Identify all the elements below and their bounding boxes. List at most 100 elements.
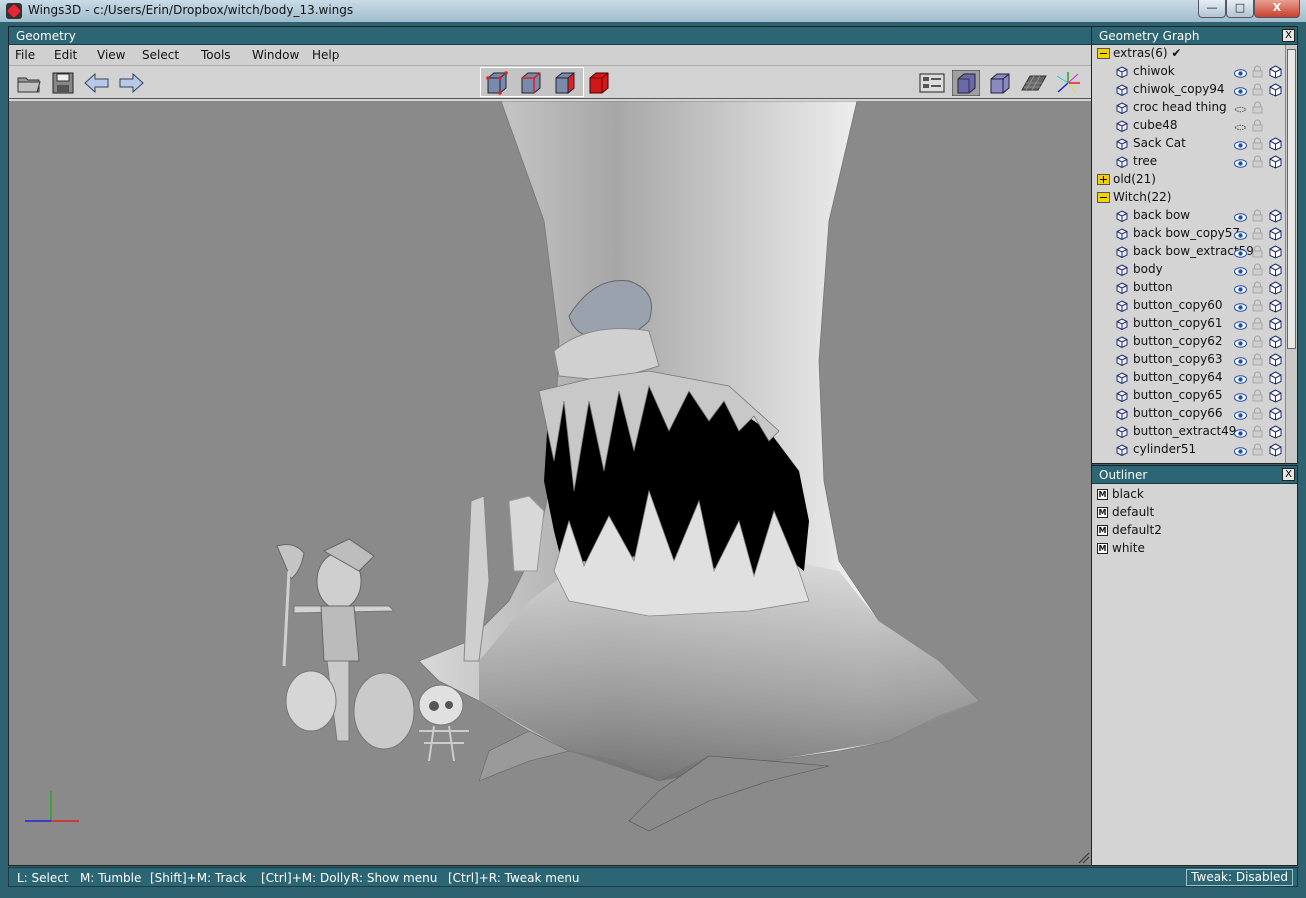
lock-icon[interactable] (1252, 299, 1263, 312)
lock-icon[interactable] (1252, 353, 1263, 366)
wireframe-cube-icon[interactable] (1269, 407, 1282, 421)
lock-icon[interactable] (1252, 119, 1263, 132)
wireframe-cube-icon[interactable] (1269, 299, 1282, 313)
eye-hidden-icon[interactable] (1234, 103, 1247, 113)
graph-object-row[interactable]: button_copy66 (1092, 405, 1285, 423)
graph-object-row[interactable]: cylinder51 (1092, 441, 1285, 459)
lock-icon[interactable] (1252, 83, 1263, 96)
wireframe-cube-icon[interactable] (1269, 245, 1282, 259)
wireframe-cube-icon[interactable] (1269, 209, 1282, 223)
eye-icon[interactable] (1234, 337, 1247, 348)
graph-object-row[interactable]: button_copy63 (1092, 351, 1285, 369)
menu-tools[interactable]: Tools (201, 48, 231, 62)
eye-icon[interactable] (1234, 427, 1247, 438)
graph-folder-old[interactable]: old(21) (1092, 171, 1285, 189)
lock-icon[interactable] (1252, 335, 1263, 348)
lock-icon[interactable] (1252, 407, 1263, 420)
lock-icon[interactable] (1252, 65, 1263, 78)
minimize-button[interactable]: — (1198, 0, 1226, 18)
resize-grip[interactable] (1078, 852, 1090, 864)
wireframe-cube-icon[interactable] (1269, 281, 1282, 295)
graph-scroll-thumb[interactable] (1287, 49, 1296, 349)
menu-select[interactable]: Select (142, 48, 179, 62)
eye-icon[interactable] (1234, 247, 1247, 258)
wireframe-grid-icon[interactable] (1020, 70, 1048, 96)
lock-icon[interactable] (1252, 443, 1263, 456)
eye-icon[interactable] (1234, 211, 1247, 222)
eye-icon[interactable] (1234, 355, 1247, 366)
graph-object-row[interactable]: back bow_copy57 (1092, 225, 1285, 243)
lock-icon[interactable] (1252, 155, 1263, 168)
eye-icon[interactable] (1234, 409, 1247, 420)
graph-object-row[interactable]: Sack Cat (1092, 135, 1285, 153)
wireframe-cube-icon[interactable] (1269, 389, 1282, 403)
menu-help[interactable]: Help (312, 48, 339, 62)
menu-window[interactable]: Window (252, 48, 299, 62)
lock-icon[interactable] (1252, 227, 1263, 240)
wireframe-cube-icon[interactable] (1269, 65, 1282, 79)
graph-folder-witch[interactable]: Witch(22) (1092, 189, 1285, 207)
menu-edit[interactable]: Edit (54, 48, 77, 62)
lock-icon[interactable] (1252, 209, 1263, 222)
menu-file[interactable]: File (15, 48, 35, 62)
eye-icon[interactable] (1234, 157, 1247, 168)
wireframe-cube-icon[interactable] (1269, 353, 1282, 367)
wireframe-cube-icon[interactable] (1269, 335, 1282, 349)
wireframe-cube-icon[interactable] (1269, 83, 1282, 97)
graph-folder-extras[interactable]: extras(6) ✔ (1092, 45, 1285, 63)
menu-view[interactable]: View (97, 48, 125, 62)
wireframe-cube-icon[interactable] (1269, 443, 1282, 457)
wireframe-cube-icon[interactable] (1269, 317, 1282, 331)
eye-icon[interactable] (1234, 283, 1247, 294)
lock-icon[interactable] (1252, 281, 1263, 294)
wireframe-cube-icon[interactable] (1269, 155, 1282, 169)
eye-icon[interactable] (1234, 85, 1247, 96)
lock-icon[interactable] (1252, 137, 1263, 150)
3d-viewport[interactable] (9, 101, 1091, 865)
wireframe-cube-icon[interactable] (1269, 371, 1282, 385)
vertex-mode-icon[interactable] (483, 70, 511, 96)
smooth-shading-icon[interactable] (951, 69, 981, 97)
graph-object-row[interactable]: button_copy64 (1092, 369, 1285, 387)
close-outliner-button[interactable]: X (1282, 468, 1295, 481)
tweak-status-badge[interactable]: Tweak: Disabled (1186, 869, 1293, 886)
outliner-material-item[interactable]: Mwhite (1092, 540, 1297, 558)
geometry-title-bar[interactable]: Geometry (9, 27, 1091, 45)
eye-icon[interactable] (1234, 301, 1247, 312)
eye-icon[interactable] (1234, 67, 1247, 78)
save-icon[interactable] (49, 70, 77, 96)
outliner-title-bar[interactable]: Outliner X (1092, 466, 1297, 484)
close-graph-button[interactable]: X (1282, 29, 1295, 42)
eye-icon[interactable] (1234, 391, 1247, 402)
graph-object-row[interactable]: button_extract49 (1092, 423, 1285, 441)
eye-icon[interactable] (1234, 373, 1247, 384)
graph-object-row[interactable]: cube48 (1092, 117, 1285, 135)
graph-object-row[interactable]: chiwok (1092, 63, 1285, 81)
open-folder-icon[interactable] (15, 70, 43, 96)
lock-icon[interactable] (1252, 317, 1263, 330)
body-mode-icon[interactable] (585, 70, 613, 96)
graph-object-row[interactable]: tree (1092, 153, 1285, 171)
lock-icon[interactable] (1252, 371, 1263, 384)
folder-open-icon[interactable] (1097, 48, 1110, 59)
eye-icon[interactable] (1234, 445, 1247, 456)
geometry-graph-title-bar[interactable]: Geometry Graph X (1092, 27, 1297, 45)
groundplane-toggle-icon[interactable] (918, 70, 946, 96)
outliner-material-item[interactable]: Mblack (1092, 486, 1297, 504)
graph-object-row[interactable]: back bow (1092, 207, 1285, 225)
graph-object-row[interactable]: button_copy60 (1092, 297, 1285, 315)
graph-object-row[interactable]: button_copy62 (1092, 333, 1285, 351)
folder-open-icon[interactable] (1097, 192, 1110, 203)
close-window-button[interactable]: X (1254, 0, 1300, 18)
wireframe-cube-icon[interactable] (1269, 227, 1282, 241)
graph-object-row[interactable]: button_copy61 (1092, 315, 1285, 333)
maximize-button[interactable]: □ (1226, 0, 1254, 18)
lock-icon[interactable] (1252, 245, 1263, 258)
graph-object-row[interactable]: button (1092, 279, 1285, 297)
folder-closed-icon[interactable] (1097, 174, 1110, 185)
eye-icon[interactable] (1234, 139, 1247, 150)
redo-arrow-icon[interactable] (117, 70, 145, 96)
axes-toggle-icon[interactable] (1054, 70, 1082, 96)
outliner-material-item[interactable]: Mdefault (1092, 504, 1297, 522)
lock-icon[interactable] (1252, 425, 1263, 438)
